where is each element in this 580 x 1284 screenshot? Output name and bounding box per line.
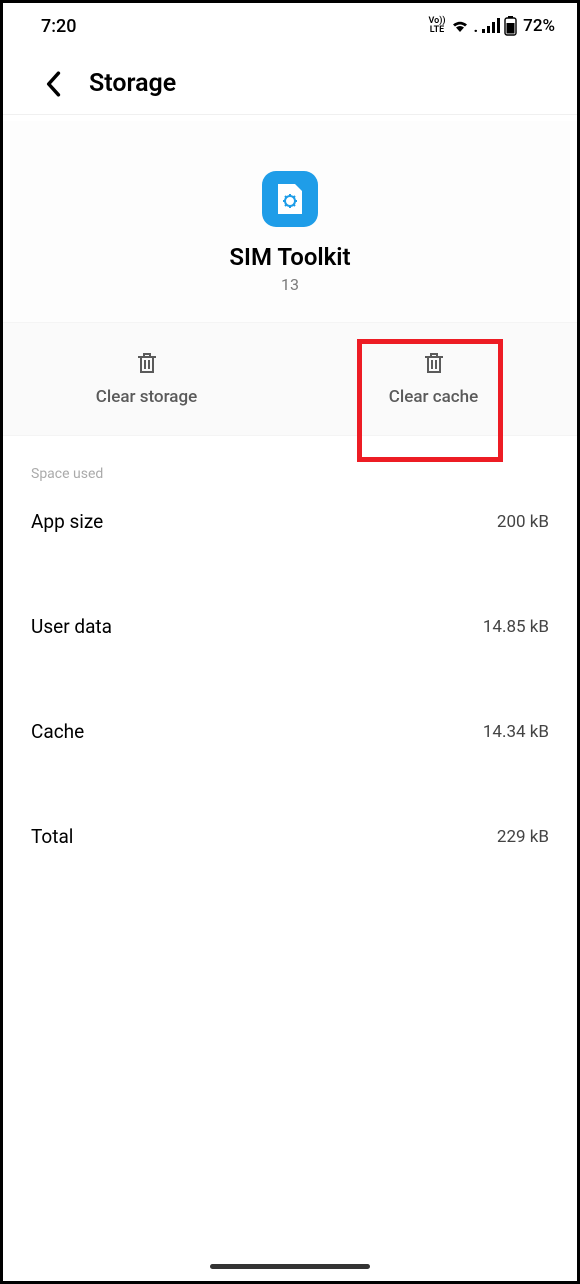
status-bar: 7:20 Vo))LTE . 72% — [3, 3, 577, 47]
row-label: App size — [31, 510, 103, 533]
row-label: Total — [31, 825, 73, 848]
trash-icon — [135, 351, 159, 375]
app-icon — [262, 171, 318, 227]
row-value: 200 kB — [497, 512, 549, 532]
signal-icon — [482, 18, 500, 34]
app-info-section: SIM Toolkit 13 — [3, 121, 577, 322]
battery-icon — [504, 16, 517, 36]
clear-storage-button[interactable]: Clear storage — [3, 351, 290, 407]
row-cache[interactable]: Cache 14.34 kB — [31, 708, 549, 755]
gesture-bar — [210, 1264, 370, 1269]
row-user-data[interactable]: User data 14.85 kB — [31, 603, 549, 650]
row-label: Cache — [31, 720, 84, 743]
row-total[interactable]: Total 229 kB — [31, 813, 549, 860]
row-label: User data — [31, 615, 112, 638]
row-value: 229 kB — [497, 827, 549, 847]
page-title: Storage — [89, 69, 176, 98]
app-name: SIM Toolkit — [3, 243, 577, 271]
clear-cache-label: Clear cache — [389, 387, 478, 407]
wifi-icon — [450, 18, 470, 34]
section-heading: Space used — [31, 466, 549, 482]
space-used-section: Space used App size 200 kB User data 14.… — [3, 436, 577, 864]
clear-storage-label: Clear storage — [96, 387, 197, 407]
trash-icon — [422, 351, 446, 375]
battery-percent: 72% — [523, 16, 555, 36]
row-value: 14.85 kB — [483, 617, 549, 637]
action-row: Clear storage Clear cache — [3, 322, 577, 436]
app-version: 13 — [3, 275, 577, 294]
row-value: 14.34 kB — [483, 722, 549, 742]
divider — [3, 114, 577, 115]
dot-icon: . — [474, 17, 479, 36]
status-time: 7:20 — [41, 16, 76, 37]
back-button[interactable] — [39, 70, 67, 98]
clear-cache-button[interactable]: Clear cache — [290, 351, 577, 407]
row-app-size[interactable]: App size 200 kB — [31, 498, 549, 545]
volte-icon: Vo))LTE — [428, 17, 445, 35]
page-header: Storage — [3, 47, 577, 114]
status-icons: Vo))LTE . 72% — [428, 16, 555, 36]
